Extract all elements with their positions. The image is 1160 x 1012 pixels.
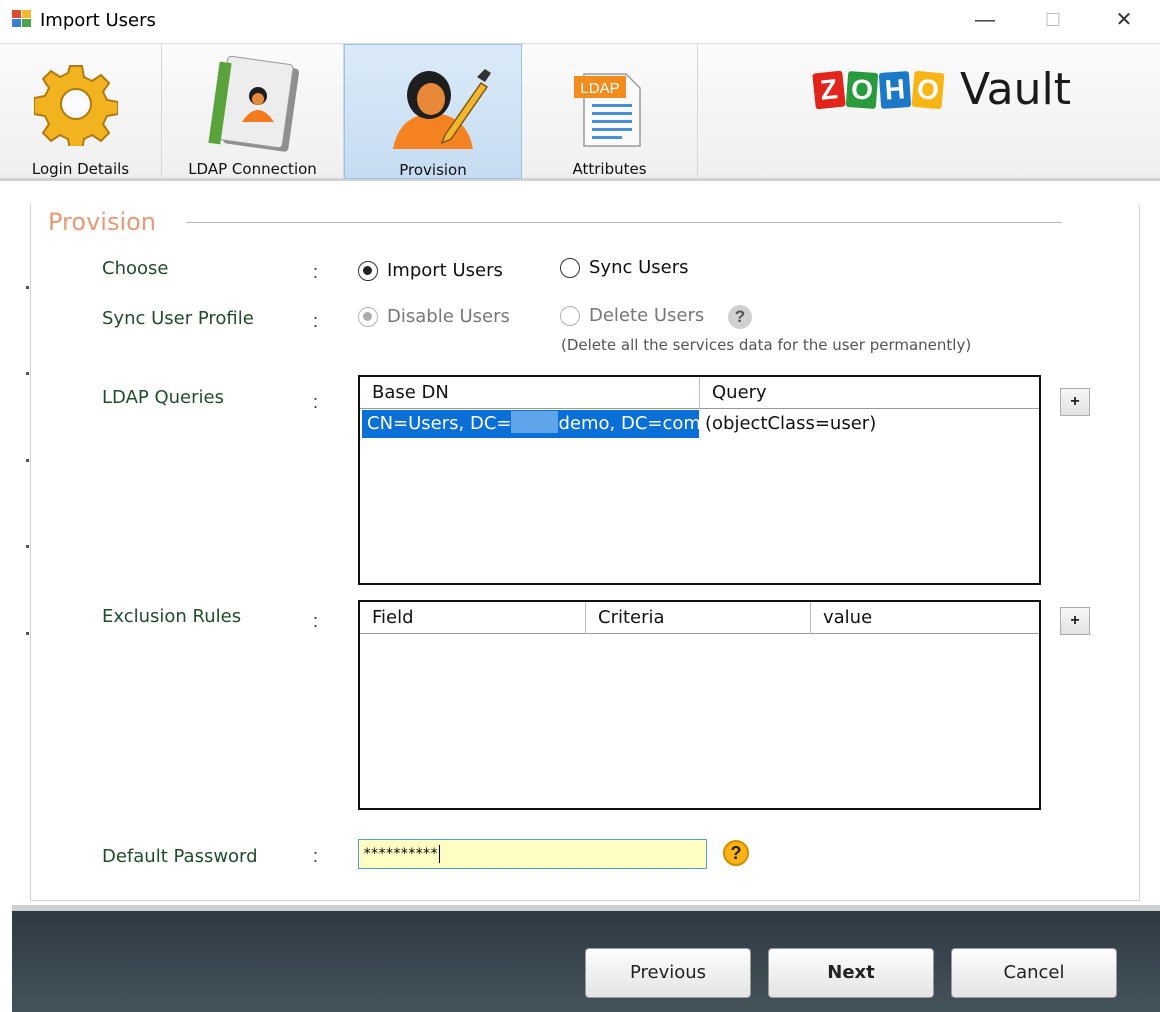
zoho-vault-logo: Z O H O Vault	[812, 62, 1114, 118]
colon: :	[313, 262, 319, 282]
divider	[26, 632, 29, 635]
default-password-field[interactable]: **********	[358, 839, 707, 869]
cancel-button[interactable]: Cancel	[951, 948, 1117, 998]
redacted-block	[511, 411, 559, 433]
app-icon	[12, 10, 32, 28]
ldap-document-icon: LDAP	[574, 73, 641, 147]
cell-text: CN=Users, DC=	[367, 413, 512, 434]
text-caret	[439, 845, 441, 863]
wizard-tabbar: Login Details LDAP Connection Provision	[0, 43, 1160, 181]
colon: :	[313, 392, 319, 412]
exclusion-rules-table[interactable]: Field Criteria value	[358, 600, 1041, 810]
radio-label: Import Users	[387, 260, 503, 281]
divider	[26, 545, 29, 548]
radio-selected-icon	[358, 307, 378, 327]
divider	[26, 372, 29, 375]
password-value: **********	[363, 846, 438, 862]
tab-attributes[interactable]: LDAP Attributes	[522, 44, 698, 179]
address-book-icon	[208, 56, 300, 152]
table-cell-base-dn[interactable]: CN=Users, DC= demo, DC=com	[362, 410, 701, 438]
gear-icon	[34, 65, 118, 146]
table-header: Field Criteria value	[360, 602, 1039, 634]
radio-unselected-icon	[560, 306, 580, 326]
radio-label: Disable Users	[387, 306, 510, 327]
ldap-queries-label: LDAP Queries	[102, 387, 224, 408]
divider	[26, 286, 29, 289]
user-edit-icon	[393, 69, 491, 149]
column-header-base-dn[interactable]: Base DN	[360, 377, 700, 409]
column-header-value[interactable]: value	[811, 602, 1039, 634]
tab-login-details[interactable]: Login Details	[0, 44, 162, 179]
add-exclusion-rule-button[interactable]: +	[1060, 607, 1090, 635]
radio-unselected-icon	[560, 258, 580, 278]
tab-label: LDAP Connection	[188, 160, 317, 178]
window-title: Import Users	[40, 10, 156, 31]
radio-label: Sync Users	[589, 257, 689, 278]
tab-label: Login Details	[31, 160, 130, 178]
divider	[186, 222, 1062, 223]
radio-label: Delete Users	[589, 305, 705, 326]
exclusion-rules-label: Exclusion Rules	[102, 606, 242, 627]
minimize-button[interactable]: —	[955, 0, 1015, 40]
close-button[interactable]: ✕	[1094, 0, 1154, 40]
previous-button[interactable]: Previous	[585, 948, 751, 998]
radio-selected-icon	[358, 261, 378, 281]
logo-letter: O	[911, 70, 945, 110]
tab-ldap-connection[interactable]: LDAP Connection	[162, 44, 344, 179]
column-header-query[interactable]: Query	[700, 377, 1039, 409]
table-cell-query[interactable]: (objectClass=user)	[700, 410, 1039, 438]
sync-user-profile-label: Sync User Profile	[102, 308, 254, 329]
default-password-label: Default Password	[102, 846, 258, 867]
tab-label: Provision	[399, 161, 467, 179]
ldap-badge: LDAP	[580, 80, 619, 97]
tab-provision[interactable]: Provision	[344, 44, 522, 179]
maximize-button[interactable]: ☐	[1023, 0, 1083, 40]
choose-label: Choose	[102, 258, 169, 279]
help-icon[interactable]: ?	[723, 840, 749, 866]
column-header-criteria[interactable]: Criteria	[586, 602, 811, 634]
colon: :	[313, 311, 319, 331]
cell-text: demo, DC=com	[558, 413, 701, 434]
logo-letter: H	[878, 70, 912, 110]
section-title: Provision	[48, 208, 157, 236]
colon: :	[313, 846, 319, 866]
add-ldap-query-button[interactable]: +	[1060, 388, 1090, 416]
logo-letter: O	[845, 70, 879, 110]
tab-label: Attributes	[572, 160, 647, 178]
table-header: Base DN Query	[360, 377, 1039, 409]
delete-users-note: (Delete all the services data for the us…	[561, 336, 972, 354]
next-button[interactable]: Next	[768, 948, 934, 998]
ldap-queries-table[interactable]: Base DN Query CN=Users, DC= demo, DC=com …	[358, 375, 1041, 585]
colon: :	[313, 611, 319, 631]
help-icon[interactable]: ?	[728, 305, 752, 329]
column-header-field[interactable]: Field	[360, 602, 586, 634]
logo-letter: Z	[812, 70, 846, 110]
logo-product-name: Vault	[960, 64, 1072, 115]
title-bar: Import Users — ☐ ✕	[0, 0, 1160, 42]
divider	[26, 459, 29, 462]
